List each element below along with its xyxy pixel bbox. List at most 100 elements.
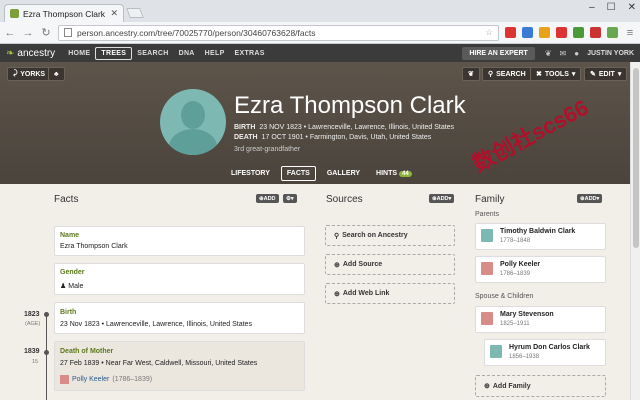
tree-menu-button[interactable]: ⤸ YORKS	[7, 67, 52, 81]
timeline-line	[46, 312, 47, 400]
death-value: 17 OCT 1901 • Farmington, Davis, Utah, U…	[261, 134, 432, 141]
url-input[interactable]: person.ancestry.com/tree/70025770/person…	[58, 24, 499, 41]
birth-line: BIRTH 23 NOV 1823 • Lawrenceville, Lawren…	[234, 124, 454, 131]
reload-icon[interactable]: ↻	[40, 26, 52, 39]
extension-icon[interactable]	[590, 27, 601, 38]
family-name: Polly Keeler	[500, 261, 541, 268]
family-add-button[interactable]: ⊕ ADD ▾	[577, 194, 603, 203]
maximize-icon[interactable]: ☐	[607, 2, 616, 13]
edit-button[interactable]: ✎ EDIT ▾	[584, 67, 628, 81]
facts-add-label: ADD	[263, 195, 276, 202]
search-button[interactable]: ⚲ SEARCH	[482, 67, 532, 81]
family-dates: 1786–1839	[500, 271, 531, 277]
nav-search[interactable]: SEARCH	[132, 48, 173, 59]
timeline-age: 15	[32, 359, 39, 365]
extension-icon[interactable]	[522, 27, 533, 38]
sources-add-button[interactable]: ⊕ ADD ▾	[429, 194, 455, 203]
add-source-label: Add Source	[342, 261, 383, 268]
timeline-year: 1823	[24, 311, 40, 318]
family-name: Mary Stevenson	[500, 311, 554, 318]
facts-settings-button[interactable]: ⚙▾	[283, 194, 297, 203]
tab-lifestory[interactable]: LIFESTORY	[226, 167, 275, 180]
extension-icon[interactable]	[539, 27, 550, 38]
tab-title: Ezra Thompson Clark	[23, 8, 106, 19]
add-web-link-label: Add Web Link	[342, 290, 390, 297]
timeline-dot	[44, 350, 49, 355]
leaf-icon: ❦	[468, 71, 474, 78]
add-source-button[interactable]: ⊕ Add Source	[325, 254, 455, 275]
hints-label: HINTS	[376, 170, 398, 177]
nav-extras[interactable]: EXTRAS	[230, 48, 270, 59]
leaf-hint-icon[interactable]: ❦	[545, 49, 552, 58]
fact-death-mother-card[interactable]: Death of Mother 27 Feb 1839 • Near Far W…	[54, 341, 305, 391]
extension-icon[interactable]	[505, 27, 516, 38]
birth-label: BIRTH	[234, 124, 256, 131]
male-photo-icon	[481, 229, 493, 242]
forward-icon[interactable]: →	[22, 27, 34, 39]
pencil-icon: ✎	[590, 71, 596, 78]
edit-label: EDIT	[598, 70, 615, 78]
parent-card[interactable]: Polly Keeler 1786–1839	[475, 256, 606, 283]
menu-icon[interactable]: ≡	[624, 27, 636, 39]
family-name: Timothy Baldwin Clark	[500, 228, 576, 235]
tools-icon: ✖	[536, 71, 542, 78]
star-icon[interactable]: ☆	[485, 27, 493, 38]
browser-tab[interactable]: Ezra Thompson Clark ✕	[4, 4, 124, 22]
nav-trees[interactable]: TREES	[95, 46, 133, 60]
fact-value: 27 Feb 1839 • Near Far West, Caldwell, M…	[60, 360, 258, 367]
family-dates: 1856–1938	[509, 354, 540, 360]
ancestry-logo[interactable]: ❧ ancestry	[6, 48, 55, 59]
new-tab-button[interactable]	[126, 8, 144, 18]
user-icon[interactable]: ●	[574, 49, 579, 58]
tools-button[interactable]: ✖ TOOLS ▾	[530, 67, 582, 81]
child-card[interactable]: Hyrum Don Carlos Clark 1856–1938	[484, 339, 606, 366]
close-tab-icon[interactable]: ✕	[110, 8, 118, 19]
family-add-label: ADD	[584, 195, 597, 202]
relationship: 3rd great-grandfather	[234, 146, 301, 153]
person-avatar[interactable]	[160, 89, 226, 155]
timeline-year: 1839	[24, 348, 40, 355]
fact-gender-card[interactable]: Gender ♟ Male	[54, 263, 305, 295]
back-icon[interactable]: ←	[4, 27, 16, 39]
related-person-dates: (1786–1839)	[112, 376, 153, 383]
tools-label: TOOLS	[544, 70, 569, 78]
user-menu[interactable]: JUSTIN YORK	[587, 50, 634, 57]
search-ancestry-button[interactable]: ⚲ Search on Ancestry	[325, 225, 455, 246]
mail-icon[interactable]: ✉	[560, 49, 567, 58]
nav-dna[interactable]: DNA	[174, 48, 200, 59]
tab-hints[interactable]: HINTS 44	[371, 167, 417, 180]
family-name: Hyrum Don Carlos Clark	[509, 344, 590, 351]
hint-button[interactable]: ❦	[462, 67, 480, 81]
fact-birth-card[interactable]: Birth 23 Nov 1823 • Lawrenceville, Lawre…	[54, 302, 305, 334]
family-dates: 1825–1911	[500, 321, 530, 327]
person-icon: ♟	[60, 283, 67, 290]
browser-tabstrip: Ezra Thompson Clark ✕ – ☐ ✕	[0, 0, 640, 22]
nav-help[interactable]: HELP	[200, 48, 230, 59]
minimize-icon[interactable]: –	[589, 2, 595, 13]
add-family-button[interactable]: ⊕ Add Family	[475, 375, 606, 397]
tree-icon: ⤸	[13, 70, 18, 77]
search-ancestry-label: Search on Ancestry	[342, 232, 408, 239]
avatar-head	[181, 101, 205, 129]
facts-add-button[interactable]: ⊕ ADD	[256, 194, 279, 203]
extension-icon[interactable]	[556, 27, 567, 38]
add-web-link-button[interactable]: ⊕ Add Web Link	[325, 283, 455, 304]
tab-gallery[interactable]: GALLERY	[322, 167, 365, 180]
fact-label: Birth	[60, 309, 77, 316]
extension-icon[interactable]	[607, 27, 618, 38]
close-window-icon[interactable]: ✕	[628, 2, 636, 13]
scrollbar-thumb[interactable]	[633, 68, 639, 248]
fact-value: Ezra Thompson Clark	[60, 243, 128, 250]
fact-related-person[interactable]: Polly Keeler (1786–1839)	[60, 375, 152, 384]
parent-card[interactable]: Timothy Baldwin Clark 1778–1848	[475, 223, 606, 250]
fact-name-card[interactable]: Name Ezra Thompson Clark	[54, 226, 305, 256]
spouse-card[interactable]: Mary Stevenson 1825–1911	[475, 306, 606, 333]
related-person-name[interactable]: Polly Keeler	[72, 376, 109, 383]
tab-facts[interactable]: FACTS	[280, 166, 316, 181]
page-scrollbar[interactable]	[630, 62, 640, 400]
extension-icon[interactable]	[573, 27, 584, 38]
hire-expert-button[interactable]: HIRE AN EXPERT	[462, 46, 535, 60]
pedigree-button[interactable]: ♣	[48, 67, 65, 81]
site-nav: ❧ ancestry HOME TREES SEARCH DNA HELP EX…	[0, 44, 640, 62]
nav-home[interactable]: HOME	[63, 48, 95, 59]
